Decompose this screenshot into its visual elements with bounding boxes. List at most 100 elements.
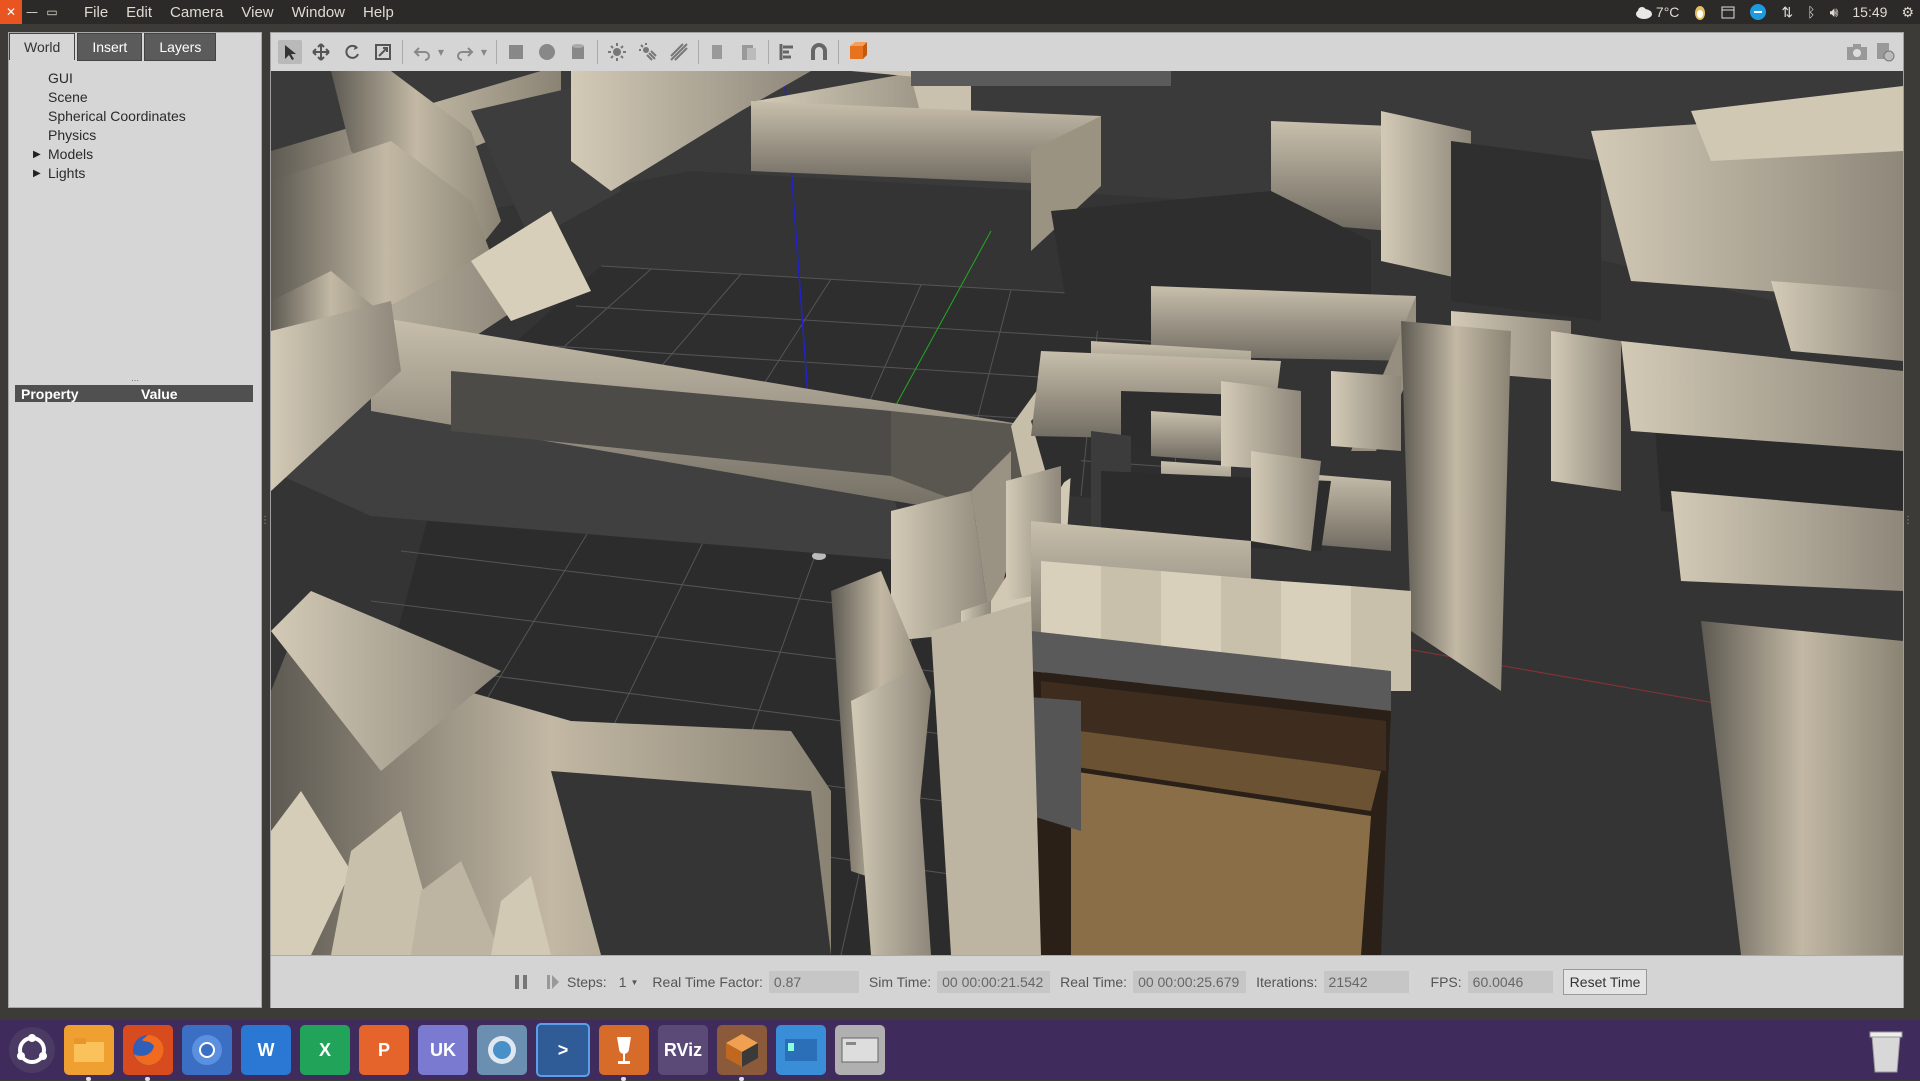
expand-arrow-icon[interactable]: ▶ — [33, 164, 41, 183]
expand-arrow-icon[interactable]: ▶ — [33, 145, 41, 164]
directional-light-icon[interactable] — [667, 40, 691, 64]
scene-render[interactable] — [271, 71, 1903, 955]
menu-edit[interactable]: Edit — [126, 4, 152, 21]
simulation-status-bar: Steps: 1 ▼ Real Time Factor: 0.87 Sim Ti… — [271, 955, 1903, 1008]
wall — [1331, 371, 1401, 451]
messenger-icon[interactable] — [1749, 3, 1767, 21]
menu-file[interactable]: File — [84, 4, 108, 21]
bookshelf-model[interactable] — [1016, 631, 1391, 955]
fps-label: FPS: — [1430, 974, 1462, 990]
rviz-icon[interactable]: RViz — [658, 1025, 708, 1075]
real-time-label: Real Time: — [1060, 974, 1128, 990]
tree-item-label: Scene — [48, 89, 88, 105]
select-arrow-icon[interactable] — [278, 40, 302, 64]
value-column-header[interactable]: Value — [141, 386, 178, 402]
iterations-value: 21542 — [1323, 971, 1409, 993]
minimize-window-icon[interactable]: — — [22, 0, 42, 24]
wine-icon[interactable] — [599, 1025, 649, 1081]
paste-icon[interactable] — [737, 40, 761, 64]
fps-value: 60.0046 — [1467, 971, 1553, 993]
chromium-icon[interactable] — [182, 1025, 232, 1075]
menu-bar: File Edit Camera View Window Help — [84, 0, 412, 24]
close-window-icon[interactable]: ✕ — [0, 0, 22, 24]
toolbar-separator — [838, 40, 839, 64]
splitter-handle[interactable]: ⋯ — [131, 376, 139, 385]
volume-icon[interactable]: 🔊︎ — [1830, 4, 1839, 21]
network-icon[interactable]: ⇅ — [1781, 4, 1793, 21]
view-angle-icon[interactable] — [846, 40, 870, 64]
steps-label: Steps: — [567, 974, 607, 990]
reset-time-button[interactable]: Reset Time — [1562, 969, 1648, 995]
property-column-header[interactable]: Property — [15, 386, 141, 402]
log-icon[interactable] — [1873, 40, 1897, 64]
right-panel-collapse-handle[interactable]: ⋮ — [1903, 515, 1913, 527]
tree-item-models[interactable]: ▶ Models — [23, 145, 186, 164]
snap-icon[interactable] — [807, 40, 831, 64]
undo-icon[interactable] — [410, 40, 434, 64]
powerpoint-icon[interactable]: P — [359, 1025, 409, 1075]
tab-insert[interactable]: Insert — [77, 33, 143, 61]
wall — [1551, 331, 1621, 491]
maximize-window-icon[interactable]: ▭ — [42, 0, 62, 24]
steps-dropdown-icon[interactable]: ▼ — [631, 978, 639, 987]
translate-icon[interactable] — [309, 40, 333, 64]
menu-camera[interactable]: Camera — [170, 4, 223, 21]
tux-icon[interactable] — [1693, 4, 1707, 20]
system-tray: 7°C ⇅ ᛒ 🔊︎ 15:49 ⚙ — [1635, 0, 1914, 24]
menu-help[interactable]: Help — [363, 4, 394, 21]
clock[interactable]: 15:49 — [1852, 4, 1887, 20]
gazebo-icon[interactable] — [717, 1025, 767, 1081]
cylinder-shape-icon[interactable] — [566, 40, 590, 64]
firefox-icon[interactable] — [123, 1025, 173, 1081]
trash-icon[interactable] — [1866, 1026, 1906, 1074]
screenshot-icon[interactable] — [1845, 40, 1869, 64]
tree-item-spherical-coordinates[interactable]: Spherical Coordinates — [23, 107, 186, 126]
toolbar-separator — [496, 40, 497, 64]
copy-icon[interactable] — [706, 40, 730, 64]
rotate-icon[interactable] — [340, 40, 364, 64]
redo-dropdown-icon[interactable]: ▼ — [479, 40, 489, 64]
weather-indicator[interactable]: 7°C — [1635, 4, 1679, 20]
tree-item-lights[interactable]: ▶ Lights — [23, 164, 186, 183]
step-button[interactable] — [543, 974, 563, 990]
tab-layers[interactable]: Layers — [144, 33, 217, 61]
bluetooth-icon[interactable]: ᛒ — [1807, 4, 1815, 20]
language-uk-icon[interactable]: UK — [418, 1025, 468, 1075]
box-shape-icon[interactable] — [504, 40, 528, 64]
pause-button[interactable] — [511, 974, 531, 990]
files-icon[interactable] — [64, 1025, 114, 1081]
undo-dropdown-icon[interactable]: ▼ — [436, 40, 446, 64]
disk-icon[interactable] — [835, 1025, 885, 1075]
wall — [1151, 411, 1221, 461]
tree-item-gui[interactable]: GUI — [23, 69, 186, 88]
property-table-header: Property Value — [15, 385, 253, 402]
tree-item-physics[interactable]: Physics — [23, 126, 186, 145]
tree-item-scene[interactable]: Scene — [23, 88, 186, 107]
calendar-icon[interactable] — [1721, 5, 1735, 19]
word-icon[interactable]: W — [241, 1025, 291, 1075]
point-light-icon[interactable] — [605, 40, 629, 64]
spot-light-icon[interactable] — [636, 40, 660, 64]
align-icon[interactable] — [776, 40, 800, 64]
vscode-icon[interactable]: > — [536, 1023, 590, 1077]
redo-icon[interactable] — [453, 40, 477, 64]
toolbar: ▼ ▼ — [271, 33, 1903, 71]
ubuntu-dash-icon[interactable] — [9, 1027, 55, 1073]
wall — [1251, 451, 1321, 551]
menu-view[interactable]: View — [241, 4, 273, 21]
steps-value[interactable]: 1 — [619, 974, 627, 990]
left-panel-collapse-handle[interactable]: ⋮ — [260, 515, 270, 527]
real-time-factor-value: 0.87 — [768, 971, 859, 993]
sphere-shape-icon[interactable] — [535, 40, 559, 64]
menu-window[interactable]: Window — [292, 4, 345, 21]
tab-world[interactable]: World — [9, 33, 76, 60]
workspace-switcher-icon[interactable] — [776, 1025, 826, 1075]
scale-icon[interactable] — [371, 40, 395, 64]
3d-viewport[interactable] — [271, 71, 1903, 955]
excel-icon[interactable]: X — [300, 1025, 350, 1075]
toolbar-separator — [402, 40, 403, 64]
settings-gear-icon[interactable]: ⚙ — [1901, 4, 1914, 21]
main-area: ▼ ▼ Steps: 1 ▼ Real Time Factor: 0.87 Si… — [270, 32, 1904, 1008]
software-updater-icon[interactable] — [477, 1025, 527, 1075]
sim-time-value: 00 00:00:21.542 — [937, 971, 1051, 993]
